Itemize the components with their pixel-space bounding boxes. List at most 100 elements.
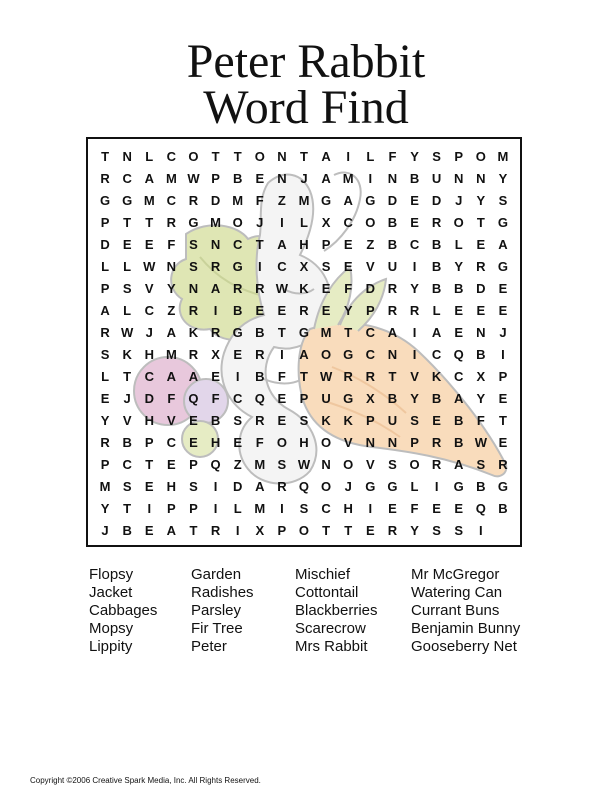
grid-letter: F	[344, 280, 353, 296]
grid-letter: S	[189, 258, 198, 274]
grid-letter: Z	[277, 192, 286, 208]
grid-letter: P	[454, 148, 464, 164]
grid-letter: I	[147, 500, 152, 516]
grid-letter: E	[476, 302, 486, 318]
grid-letter: A	[277, 236, 287, 252]
grid-letter: Q	[254, 390, 265, 406]
grid-letter: B	[476, 346, 486, 362]
grid-letter: V	[167, 412, 176, 428]
grid-letter: R	[100, 434, 110, 450]
grid-letter: R	[343, 368, 353, 384]
grid-letter: E	[122, 236, 132, 252]
grid-letter: A	[188, 368, 199, 384]
grid-letter: F	[255, 434, 264, 450]
grid-letter: I	[479, 522, 483, 538]
grid-letter: E	[255, 170, 265, 186]
grid-letter: E	[454, 324, 464, 340]
grid-letter: B	[387, 236, 398, 252]
copyright-notice: Copyright ©2006 Creative Spark Media, In…	[30, 776, 261, 785]
grid-letter: M	[99, 478, 111, 494]
grid-letter: Y	[498, 170, 508, 186]
grid-letter: G	[188, 214, 199, 230]
grid-letter: S	[299, 500, 309, 516]
grid-letter: N	[387, 170, 398, 186]
grid-letter: N	[166, 258, 177, 274]
grid-letter: O	[409, 456, 420, 472]
grid-letter: Z	[366, 236, 375, 252]
grid-letter: O	[254, 148, 265, 164]
grid-letter: G	[497, 478, 508, 494]
grid-letter: I	[434, 478, 439, 494]
grid-letter: X	[255, 522, 265, 538]
grid-letter: A	[498, 236, 508, 252]
word-item: Peter	[191, 638, 227, 655]
grid-letter: Z	[167, 302, 176, 318]
word-item: Garden	[191, 566, 242, 583]
grid-letter: I	[235, 368, 240, 384]
grid-letter: E	[277, 302, 287, 318]
grid-letter: I	[257, 258, 262, 274]
grid-letter: Q	[188, 390, 199, 406]
grid-letter: M	[232, 192, 244, 208]
grid-letter: T	[189, 522, 198, 538]
grid-letter: K	[122, 346, 132, 362]
grid-letter: I	[368, 500, 373, 516]
grid-letter: J	[101, 522, 109, 538]
grid-letter: E	[365, 522, 375, 538]
grid-letter: N	[387, 434, 398, 450]
word-column-4: Mr McGregor Watering Can Currant Buns Be…	[411, 566, 520, 656]
grid-letter: P	[167, 500, 176, 516]
grid-letter: F	[211, 390, 220, 406]
grid-letter: A	[166, 368, 177, 384]
grid-letter: O	[365, 214, 376, 230]
grid-letter: I	[412, 258, 417, 274]
grid-letter: N	[277, 148, 287, 164]
grid-letter: Y	[410, 522, 419, 538]
grid-letter: I	[213, 302, 218, 318]
grid-letter: K	[188, 324, 199, 340]
grid-letter: S	[233, 412, 243, 428]
grid-letter: S	[100, 346, 110, 362]
letter-grid: TNLCOTTONTAILFYSPOMRCAMWPBENJAMINBUNNYGG…	[94, 145, 514, 541]
grid-letter: H	[343, 500, 353, 516]
grid-letter: W	[275, 280, 289, 296]
grid-letter: B	[454, 434, 464, 450]
grid-letter: B	[431, 236, 442, 252]
grid-letter: S	[410, 412, 419, 428]
grid-letter: R	[387, 522, 398, 538]
grid-letter: G	[453, 478, 464, 494]
grid-letter: C	[431, 346, 442, 362]
grid-letter: P	[498, 368, 508, 384]
grid-letter: E	[454, 500, 464, 516]
grid-letter: M	[143, 192, 155, 208]
grid-letter: L	[101, 368, 110, 384]
grid-letter: O	[475, 148, 486, 164]
grid-letter: E	[233, 346, 243, 362]
grid-letter: E	[454, 302, 464, 318]
grid-letter: R	[255, 412, 265, 428]
grid-letter: P	[277, 522, 287, 538]
grid-letter: C	[144, 368, 154, 384]
grid-letter: F	[167, 390, 176, 406]
grid-letter: R	[476, 258, 486, 274]
grid-letter: E	[144, 478, 154, 494]
word-column-1: Flopsy Jacket Cabbages Mopsy Lippity	[89, 566, 157, 656]
grid-letter: R	[232, 280, 243, 296]
grid-letter: J	[344, 478, 352, 494]
grid-letter: R	[100, 324, 110, 340]
grid-letter: G	[343, 346, 354, 362]
grid-letter: E	[144, 236, 154, 252]
grid-letter: B	[255, 368, 265, 384]
grid-letter: K	[299, 280, 309, 296]
grid-letter: B	[431, 280, 442, 296]
grid-letter: D	[431, 192, 442, 208]
grid-letter: B	[498, 500, 508, 516]
grid-letter: G	[497, 258, 508, 274]
grid-letter: Y	[476, 192, 486, 208]
grid-letter: S	[299, 412, 309, 428]
grid-letter: E	[476, 236, 486, 252]
grid-letter: W	[297, 456, 311, 472]
grid-letter: P	[100, 456, 110, 472]
grid-letter: D	[100, 236, 110, 252]
grid-letter: I	[368, 170, 373, 186]
